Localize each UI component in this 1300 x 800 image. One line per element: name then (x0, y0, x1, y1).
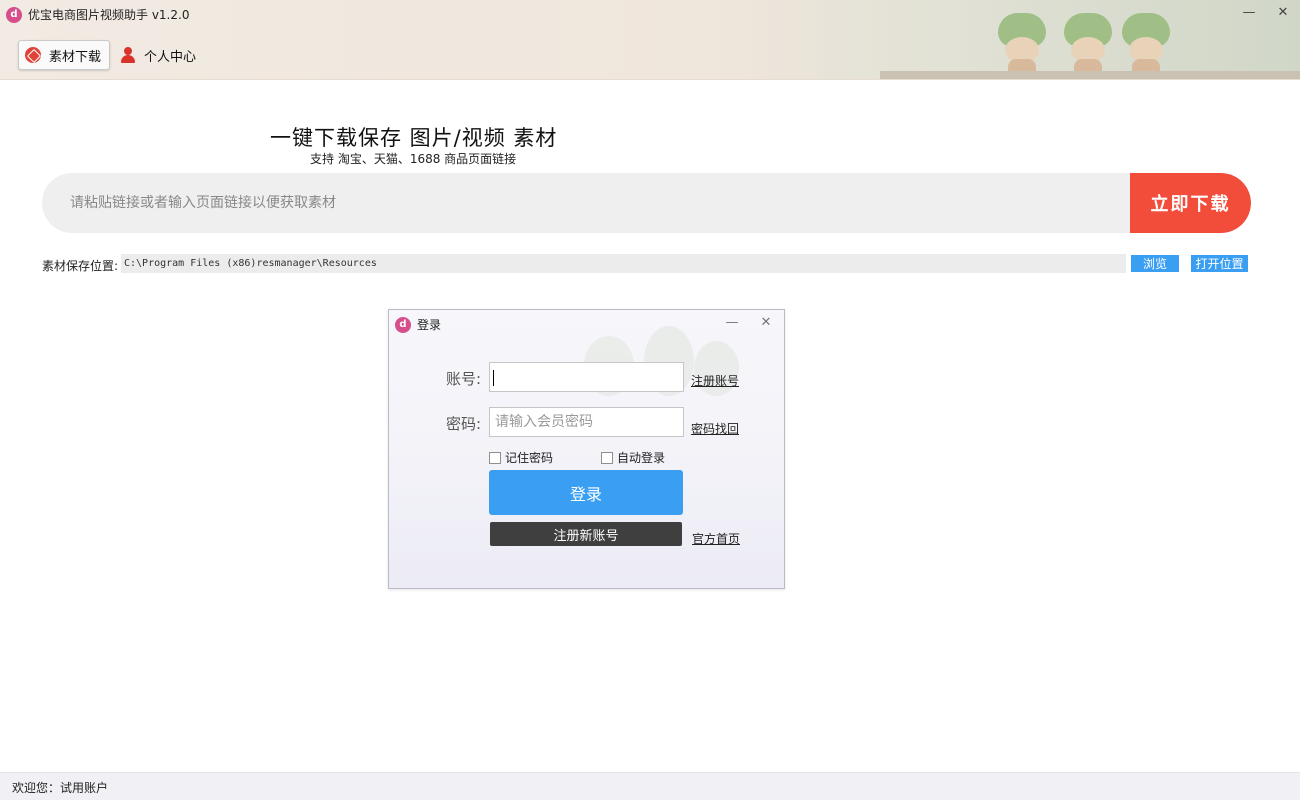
app-logo-icon: d (6, 6, 22, 23)
remember-password-checkbox[interactable]: 记住密码 (489, 449, 553, 466)
recover-password-link[interactable]: 密码找回 (691, 420, 739, 437)
page-headline: 一键下载保存 图片/视频 素材 (270, 126, 558, 150)
link-input[interactable] (42, 173, 1130, 233)
window-title: 优宝电商图片视频助手 v1.2.0 (28, 8, 190, 22)
register-account-link[interactable]: 注册账号 (691, 372, 739, 389)
login-button[interactable]: 登录 (489, 470, 683, 515)
checkbox-label: 自动登录 (617, 451, 666, 465)
auto-login-checkbox[interactable]: 自动登录 (601, 449, 665, 466)
dialog-title: 登录 (417, 318, 442, 332)
close-button[interactable]: ✕ (1266, 0, 1300, 24)
checkbox-label: 记住密码 (505, 451, 554, 465)
account-input[interactable] (489, 362, 684, 392)
checkbox-box[interactable] (601, 451, 613, 464)
shelf-decoration (880, 71, 1300, 79)
tab-personal-center[interactable]: 个人中心 (118, 40, 196, 70)
dialog-minimize-button[interactable]: — (720, 312, 744, 332)
minimize-button[interactable]: — (1232, 0, 1266, 24)
status-bar: 欢迎您：试用账户 (0, 772, 1300, 800)
dialog-title-bar: d 登录 (395, 316, 441, 333)
tab-label: 素材下载 (49, 49, 102, 65)
login-dialog: d 登录 — ✕ 账号: 注册账号 密码: 密码找回 记住密码 自动登录 登录 … (388, 309, 785, 589)
text-caret (493, 370, 494, 386)
checkbox-box[interactable] (489, 451, 501, 464)
welcome-text: 欢迎您：试用账户 (12, 781, 109, 795)
figurine-image (996, 7, 1048, 77)
app-title: d 优宝电商图片视频助手 v1.2.0 (6, 6, 189, 23)
save-path-field[interactable]: C:\Program Files (x86)resmanager\Resourc… (121, 254, 1126, 273)
figurine-image (1120, 7, 1172, 77)
browse-button[interactable]: 浏览 (1131, 255, 1179, 272)
figurine-image (1062, 7, 1114, 77)
tab-material-download[interactable]: 素材下载 (18, 40, 110, 70)
cube-icon (25, 47, 41, 63)
open-location-button[interactable]: 打开位置 (1191, 255, 1248, 272)
window-controls: — ✕ (1232, 0, 1300, 24)
header-bar: d 优宝电商图片视频助手 v1.2.0 — ✕ 素材下载 个人中心 (0, 0, 1300, 80)
person-icon (120, 47, 136, 63)
tab-label: 个人中心 (144, 49, 197, 65)
link-search-bar: 立即下载 (42, 173, 1251, 233)
register-new-account-button[interactable]: 注册新账号 (490, 522, 682, 546)
password-input[interactable] (489, 407, 684, 437)
download-now-button[interactable]: 立即下载 (1130, 173, 1251, 233)
account-label: 账号: (446, 370, 482, 388)
official-homepage-link[interactable]: 官方首页 (692, 530, 740, 547)
page-subline: 支持 淘宝、天猫、1688 商品页面链接 (310, 152, 517, 166)
app-logo-icon: d (395, 316, 411, 333)
save-location-label: 素材保存位置: (42, 259, 119, 273)
password-label: 密码: (446, 415, 482, 433)
dialog-close-button[interactable]: ✕ (754, 312, 778, 332)
